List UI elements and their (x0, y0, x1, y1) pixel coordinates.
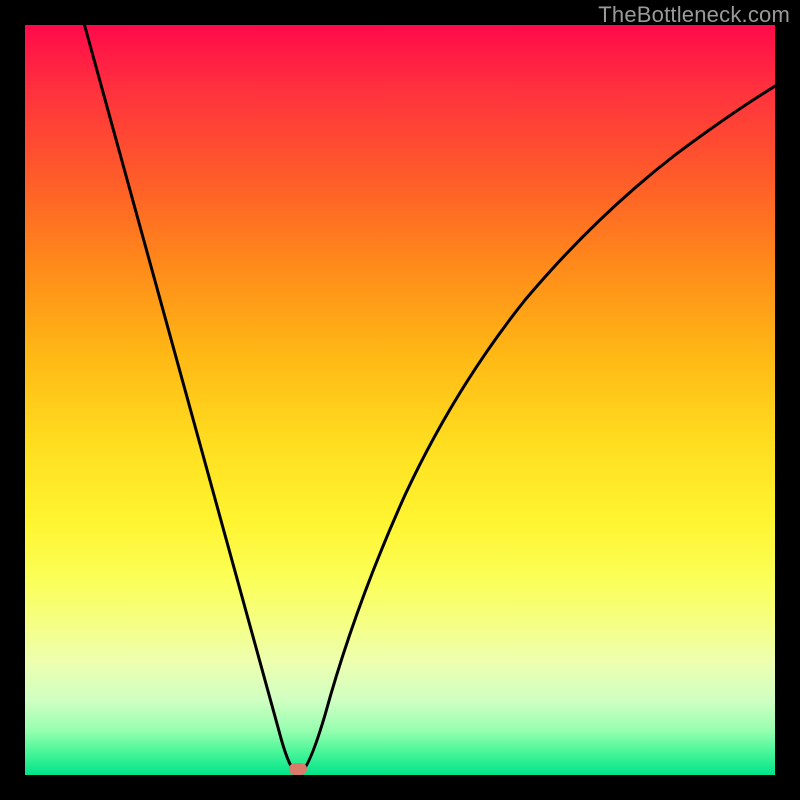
bottleneck-curve (79, 25, 775, 773)
curve-svg (25, 25, 775, 775)
minimum-marker (289, 763, 307, 775)
watermark-text: TheBottleneck.com (598, 2, 790, 28)
plot-area (25, 25, 775, 775)
chart-frame: TheBottleneck.com (0, 0, 800, 800)
